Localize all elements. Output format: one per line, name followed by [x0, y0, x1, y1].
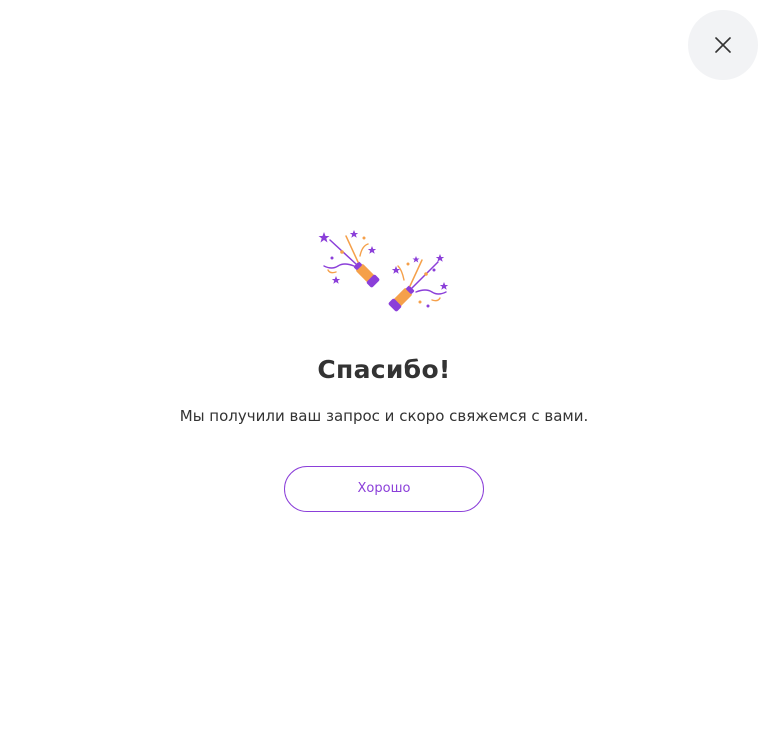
close-button[interactable] — [688, 10, 758, 80]
close-icon — [715, 37, 731, 53]
ok-button[interactable]: Хорошо — [284, 466, 484, 512]
success-dialog: Спасибо! Мы получили ваш запрос и скоро … — [0, 0, 768, 740]
party-popper-icon — [316, 226, 452, 318]
dialog-message: Мы получили ваш запрос и скоро свяжемся … — [179, 407, 589, 425]
dialog-title: Спасибо! — [317, 355, 451, 384]
